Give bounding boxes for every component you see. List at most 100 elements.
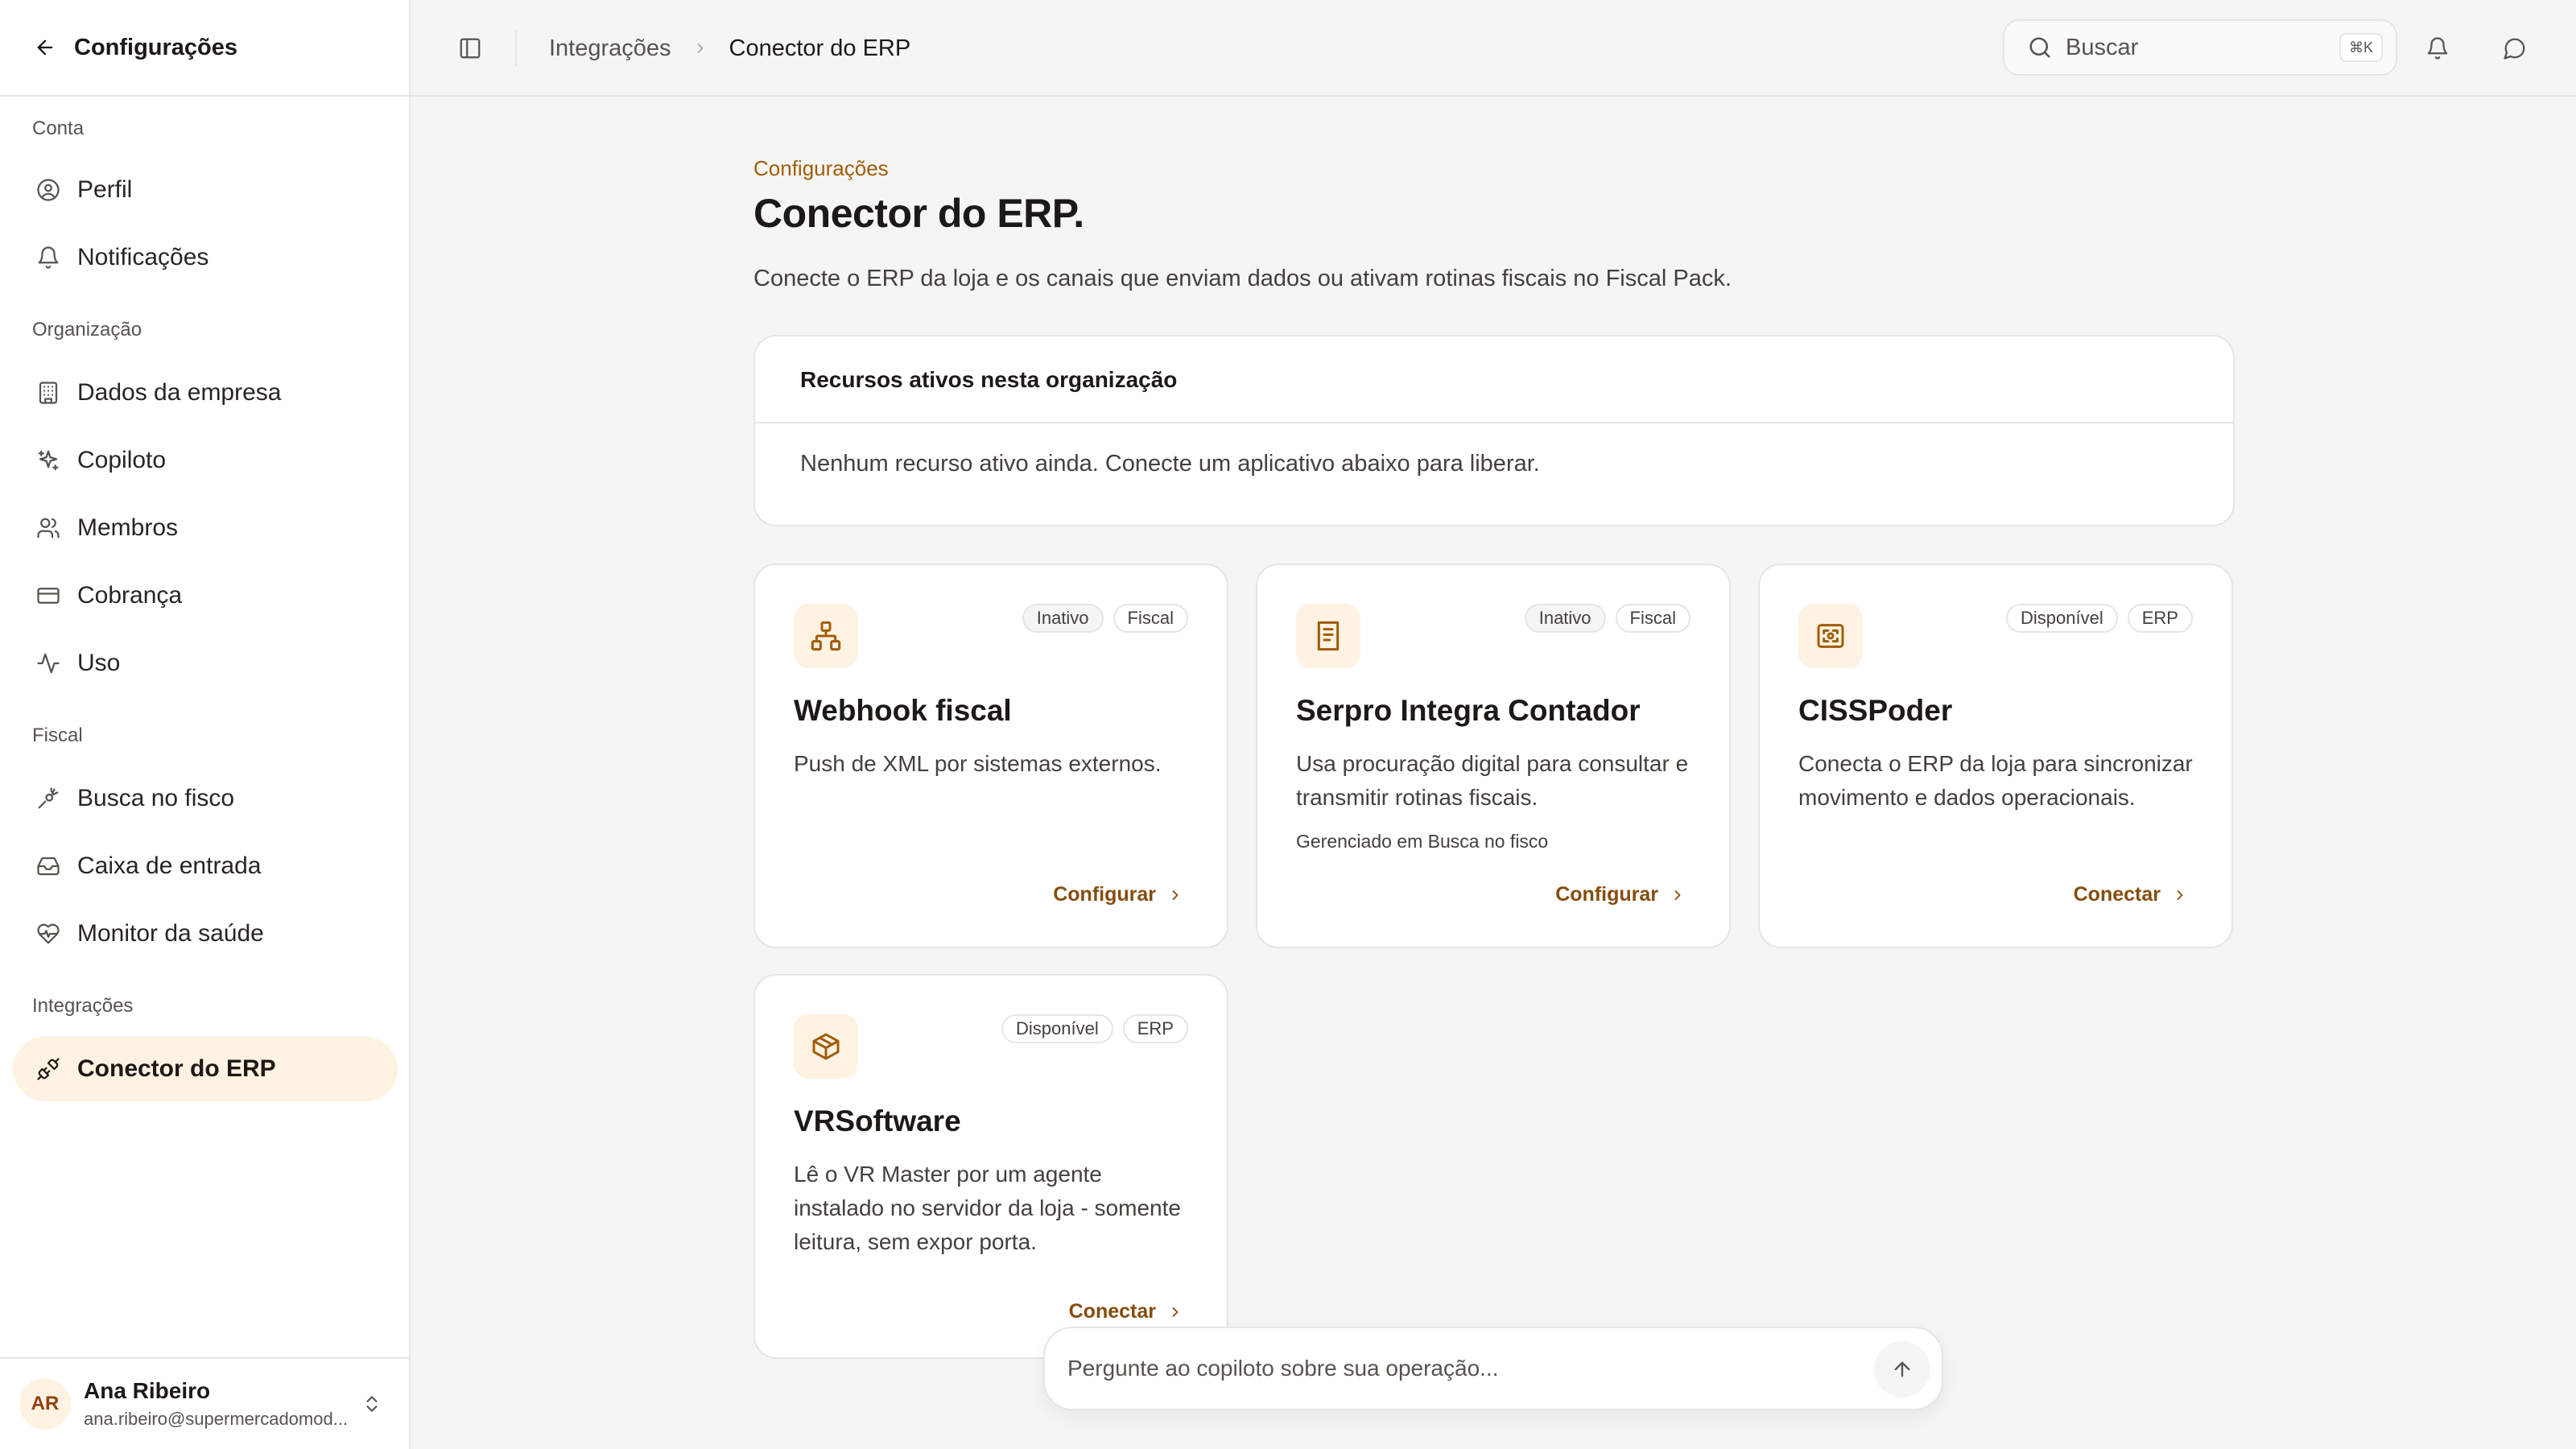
sidebar-item-label: Monitor da saúde xyxy=(77,920,264,947)
users-icon xyxy=(32,512,64,544)
chevron-right-icon xyxy=(692,40,708,56)
card-description: Lê o VR Master por um agente instalado n… xyxy=(794,1162,1181,1254)
search-icon xyxy=(2025,33,2054,62)
page-title: Conector do ERP. xyxy=(753,191,1084,236)
breadcrumb-current: Conector do ERP xyxy=(729,35,911,61)
integration-card-webhook-fiscal: Inativo Fiscal Webhook fiscal Push de XM… xyxy=(753,564,1228,948)
sidebar-item-busca-no-fisco[interactable]: Busca no fisco xyxy=(13,766,398,831)
sidebar-item-conector-do-erp[interactable]: Conector do ERP xyxy=(13,1037,398,1101)
active-resources-panel: Recursos ativos nesta organização Nenhum… xyxy=(753,335,2235,526)
connect-button[interactable]: Conectar xyxy=(1069,1300,1185,1323)
card-title: Serpro Integra Contador xyxy=(1296,694,1641,727)
sidebar-title: Configurações xyxy=(74,34,238,60)
inbox-icon xyxy=(32,850,64,882)
card-badges: Disponível ERP xyxy=(1001,1014,1188,1043)
sidebar-item-dados-da-empresa[interactable]: Dados da empresa xyxy=(13,361,398,425)
top-bar: Integrações Conector do ERP Buscar ⌘K xyxy=(411,0,2576,97)
user-circle-icon xyxy=(32,174,64,206)
keyboard-shortcut-badge: ⌘K xyxy=(2339,33,2383,62)
document-icon xyxy=(1296,604,1360,668)
user-name: Ana Ribeiro xyxy=(84,1378,211,1403)
credit-card-icon xyxy=(32,580,64,612)
sidebar-item-label: Caixa de entrada xyxy=(77,852,262,879)
page-eyebrow: Configurações xyxy=(753,156,889,180)
bell-icon xyxy=(32,242,64,274)
card-description: Conecta o ERP da loja para sincronizar m… xyxy=(1798,751,2193,810)
search-docs-icon xyxy=(32,782,64,815)
send-arrow-up-icon[interactable] xyxy=(1874,1341,1930,1397)
avatar: AR xyxy=(19,1378,71,1430)
sidebar-item-label: Cobrança xyxy=(77,582,183,609)
user-email: ana.ribeiro@supermercadomod... xyxy=(84,1409,349,1429)
card-title: CISSPoder xyxy=(1798,694,1953,727)
category-badge: ERP xyxy=(1122,1014,1188,1043)
sidebar-item-label: Busca no fisco xyxy=(77,785,235,811)
sidebar-item-membros[interactable]: Membros xyxy=(13,496,398,560)
chevron-right-icon xyxy=(2170,886,2190,905)
page-description: Conecte o ERP da loja e os canais que en… xyxy=(753,266,1732,291)
action-label: Configurar xyxy=(1053,883,1156,906)
action-label: Conectar xyxy=(1068,1300,1156,1323)
status-badge: Disponível xyxy=(2006,604,2118,633)
sidebar-item-label: Notificações xyxy=(77,244,209,270)
card-note: Gerenciado em Busca no fisco xyxy=(1296,831,1549,852)
settings-sidebar: Configurações Conta Perfil Notificações … xyxy=(0,0,411,1449)
building-icon xyxy=(32,377,64,409)
breadcrumb-link-integracoes[interactable]: Integrações xyxy=(549,35,671,62)
search-input[interactable]: Buscar ⌘K xyxy=(2003,19,2397,76)
sidebar-item-caixa-de-entrada[interactable]: Caixa de entrada xyxy=(13,834,398,898)
chevron-right-icon xyxy=(1166,886,1185,905)
sidebar-header: Configurações xyxy=(0,0,409,97)
action-label: Configurar xyxy=(1555,883,1658,906)
status-badge: Inativo xyxy=(1524,604,1606,633)
sidebar-item-perfil[interactable]: Perfil xyxy=(13,158,398,222)
category-badge: ERP xyxy=(2127,604,2193,633)
network-icon xyxy=(794,604,858,668)
integration-card-serpro-integra-contador: Inativo Fiscal Serpro Integra Contador U… xyxy=(1256,564,1731,948)
chevron-right-icon xyxy=(1166,1302,1185,1322)
section-label-fiscal: Fiscal xyxy=(32,724,83,746)
chevron-right-icon xyxy=(1668,886,1687,905)
integration-card-cisspoder: Disponível ERP CISSPoder Conecta o ERP d… xyxy=(1758,564,2233,948)
status-badge: Inativo xyxy=(1022,604,1104,633)
sidebar-item-cobranca[interactable]: Cobrança xyxy=(13,564,398,628)
status-badge: Disponível xyxy=(1001,1014,1113,1043)
active-resources-empty-state: Nenhum recurso ativo ainda. Conecte um a… xyxy=(800,451,1540,477)
card-title: VRSoftware xyxy=(794,1104,961,1137)
configure-button[interactable]: Configurar xyxy=(1053,883,1185,906)
section-label-integracoes: Integrações xyxy=(32,995,134,1017)
toolbar-divider xyxy=(515,31,517,66)
card-badges: Disponível ERP xyxy=(2006,604,2193,633)
sidebar-item-monitor-da-saude[interactable]: Monitor da saúde xyxy=(13,902,398,966)
section-label-conta: Conta xyxy=(32,118,85,139)
action-label: Conectar xyxy=(2073,883,2161,906)
sidebar-toggle-icon[interactable] xyxy=(454,32,486,64)
sidebar-item-notificacoes[interactable]: Notificações xyxy=(13,225,398,290)
search-placeholder: Buscar xyxy=(2066,34,2139,60)
chevrons-up-down-icon[interactable] xyxy=(356,1388,388,1420)
active-resources-title: Recursos ativos nesta organização xyxy=(800,367,1178,392)
bell-icon[interactable] xyxy=(2421,32,2454,64)
sidebar-item-label: Uso xyxy=(77,650,121,676)
sidebar-item-label: Dados da empresa xyxy=(77,379,282,406)
chat-icon[interactable] xyxy=(2499,32,2531,64)
back-arrow-icon[interactable] xyxy=(29,31,61,64)
sidebar-item-uso[interactable]: Uso xyxy=(13,631,398,696)
configure-button[interactable]: Configurar xyxy=(1555,883,1687,906)
activity-icon xyxy=(32,647,64,679)
card-description: Push de XML por sistemas externos. xyxy=(794,751,1162,776)
copilot-placeholder: Pergunte ao copiloto sobre sua operação.… xyxy=(1067,1356,1499,1381)
card-title: Webhook fiscal xyxy=(794,694,1012,727)
card-badges: Inativo Fiscal xyxy=(1022,604,1188,633)
copilot-input[interactable]: Pergunte ao copiloto sobre sua operação.… xyxy=(1043,1327,1943,1410)
category-badge: Fiscal xyxy=(1113,604,1188,633)
card-badges: Inativo Fiscal xyxy=(1524,604,1690,633)
sidebar-item-copiloto[interactable]: Copiloto xyxy=(13,428,398,493)
section-label-organizacao: Organização xyxy=(32,319,142,341)
user-menu[interactable]: AR Ana Ribeiro ana.ribeiro@supermercadom… xyxy=(0,1357,409,1449)
breadcrumb: Integrações Conector do ERP xyxy=(549,0,910,97)
connect-button[interactable]: Conectar xyxy=(2074,883,2190,906)
scan-icon xyxy=(1798,604,1863,668)
card-description: Usa procuração digital para consultar e … xyxy=(1296,751,1689,810)
main-content: Configurações Conector do ERP. Conecte o… xyxy=(411,97,2576,1449)
